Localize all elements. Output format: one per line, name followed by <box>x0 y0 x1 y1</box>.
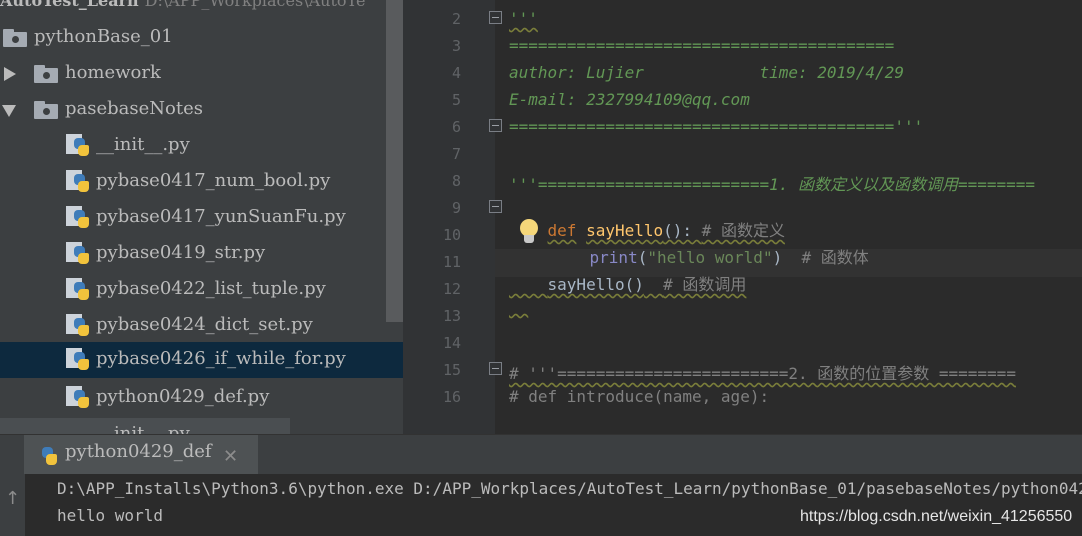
code-line: sayHello() # 函数调用 <box>509 252 747 314</box>
line-number: 7 <box>451 145 461 163</box>
python-file-icon <box>66 386 90 410</box>
python-file-icon <box>66 206 90 230</box>
python-run-icon <box>34 443 58 467</box>
run-console[interactable]: D:\APP_Installs\Python3.6\python.exe D:/… <box>25 474 1082 536</box>
folder-icon <box>3 29 27 47</box>
python-file-icon <box>66 170 90 194</box>
tree-item-label: python0429_def.py <box>96 386 270 407</box>
line-number: 8 <box>451 172 461 190</box>
project-tree: AutoTest_Learn D:\APP_Workplaces\AutoTe p… <box>0 0 403 434</box>
run-tab[interactable]: python0429_def ✕ <box>24 435 258 475</box>
code-line: # def introduce(name, age): <box>509 387 770 406</box>
run-toolbar: ↑ <box>0 474 25 536</box>
tree-item-homework[interactable]: homework <box>0 56 403 92</box>
chevron-right-icon[interactable] <box>4 67 16 81</box>
line-number: 3 <box>451 37 461 55</box>
python-file-icon <box>66 348 90 372</box>
code-editor[interactable]: 2 3 4 5 6 7 8 9 10 11 12 13 14 15 16 '''… <box>403 0 1082 434</box>
line-number: 5 <box>451 91 461 109</box>
project-path: D:\APP_Workplaces\AutoTe <box>144 0 366 10</box>
run-tab-bar: python0429_def ✕ <box>0 434 1082 475</box>
tree-item-file[interactable]: pybase0424_dict_set.py <box>0 308 403 344</box>
python-file-icon <box>66 242 90 266</box>
code-call: sayHello() <box>547 275 644 294</box>
tree-item-label: pybase0424_dict_set.py <box>96 314 313 335</box>
fold-marker-icon[interactable] <box>489 11 502 24</box>
code-token: ) <box>772 248 783 267</box>
code-line: E-mail: 2327994109@qq.com <box>509 90 750 109</box>
line-number: 16 <box>442 388 461 406</box>
tree-item-label: pasebaseNotes <box>65 98 203 119</box>
line-number: 11 <box>442 253 461 271</box>
lightbulb-icon[interactable] <box>517 219 541 247</box>
tree-item-label: pybase0426_if_while_for.py <box>96 348 346 369</box>
project-header: AutoTest_Learn D:\APP_Workplaces\AutoTe <box>0 0 365 13</box>
tree-item-file[interactable]: __init__.py <box>0 128 403 164</box>
code-line: ''' <box>509 9 538 28</box>
chevron-down-icon[interactable] <box>2 105 16 117</box>
code-line: '''========================1. 函数定义以及函数调用… <box>509 175 1036 194</box>
line-number: 12 <box>442 280 461 298</box>
project-title: AutoTest_Learn <box>0 0 139 10</box>
folder-icon <box>34 65 58 83</box>
code-line: ======================================== <box>509 36 895 55</box>
tree-item-pasebasenotes[interactable]: pasebaseNotes <box>0 92 403 128</box>
python-file-icon <box>66 314 90 338</box>
tree-item-label: pybase0419_str.py <box>96 242 266 263</box>
code-comment: # 函数调用 <box>663 275 747 294</box>
tree-item-label: pybase0417_num_bool.py <box>96 170 331 191</box>
tree-item-label: homework <box>65 62 161 83</box>
tree-item-label: pythonBase_01 <box>34 26 173 47</box>
folder-icon <box>34 101 58 119</box>
tree-item-file-selected[interactable]: pybase0426_if_while_for.py <box>0 342 403 378</box>
line-number: 9 <box>451 199 461 217</box>
line-number: 6 <box>451 118 461 136</box>
line-number: 15 <box>442 361 461 379</box>
tree-item-file[interactable]: pybase0422_list_tuple.py <box>0 272 403 308</box>
code-comment: # 函数体 <box>801 248 869 267</box>
fold-marker-icon[interactable] <box>489 119 502 132</box>
watermark: https://blog.csdn.net/weixin_41256550 <box>800 508 1073 525</box>
line-number: 14 <box>442 334 461 352</box>
code-line: author: Lujier time: 2019/4/29 <box>509 63 904 82</box>
code-line: ========================================… <box>509 117 924 136</box>
tree-item-file[interactable]: pybase0417_yunSuanFu.py <box>0 200 403 236</box>
tree-item-file[interactable]: pybase0419_str.py <box>0 236 403 272</box>
tree-item-partial[interactable]: __init__.py <box>0 418 290 434</box>
run-tab-label: python0429_def <box>65 441 212 462</box>
tree-item-label: pybase0417_yunSuanFu.py <box>96 206 346 227</box>
line-number: 10 <box>442 226 461 244</box>
console-line: hello world <box>57 506 163 525</box>
fold-marker-icon[interactable] <box>489 200 502 213</box>
fold-marker-icon[interactable] <box>489 362 502 375</box>
tree-item-file[interactable]: pybase0417_num_bool.py <box>0 164 403 200</box>
line-number: 4 <box>451 64 461 82</box>
python-file-icon <box>66 278 90 302</box>
tree-item-label: __init__.py <box>96 423 190 434</box>
code-line: # '''========================2. 函数的位置参数 … <box>509 364 1016 383</box>
arrow-up-icon[interactable]: ↑ <box>5 488 20 509</box>
line-number: 2 <box>451 10 461 28</box>
close-icon[interactable]: ✕ <box>223 446 238 467</box>
line-number: 13 <box>442 307 461 325</box>
tree-scrollbar[interactable] <box>386 0 403 322</box>
tree-item-pythonbase[interactable]: pythonBase_01 <box>0 20 403 56</box>
tree-item-file[interactable]: python0429_def.py <box>0 380 403 416</box>
tree-item-label: __init__.py <box>96 134 190 155</box>
tree-item-label: pybase0422_list_tuple.py <box>96 278 326 299</box>
python-file-icon <box>66 134 90 158</box>
console-line: D:\APP_Installs\Python3.6\python.exe D:/… <box>57 479 1082 498</box>
